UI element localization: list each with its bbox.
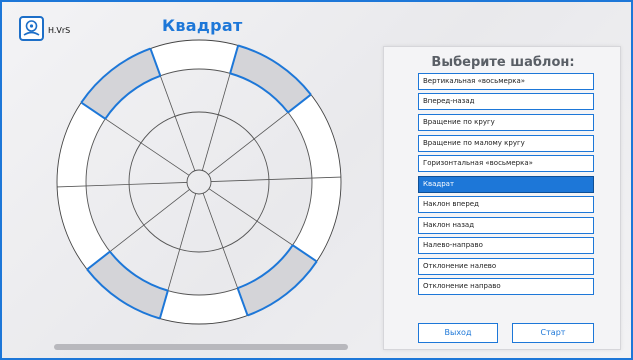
template-item[interactable]: Отклонение направо [418, 278, 594, 295]
template-item[interactable]: Вращение по малому кругу [418, 135, 594, 152]
template-item[interactable]: Отклонение налево [418, 258, 594, 275]
wheel-outer-segment [57, 102, 106, 187]
wheel-outer-segment [81, 48, 161, 119]
wheel-ring [85, 68, 313, 296]
wheel-outer-segment [292, 177, 341, 262]
wheel-ring [128, 111, 270, 253]
template-item[interactable]: Вращение по кругу [418, 114, 594, 131]
start-button[interactable]: Старт [512, 323, 594, 343]
template-item-selected[interactable]: Квадрат [418, 176, 594, 193]
target-wheel [56, 39, 342, 325]
wheel-outer-segment [237, 245, 317, 316]
template-item[interactable]: Горизонтальная «восьмерка» [418, 155, 594, 172]
exit-button[interactable]: Выход [418, 323, 498, 343]
wheel-outer-segment [150, 40, 239, 76]
template-item[interactable]: Налево-направо [418, 237, 594, 254]
template-panel: Выберите шаблон: Вертикальная «восьмерка… [383, 46, 621, 350]
template-item[interactable]: Вертикальная «восьмерка» [418, 73, 594, 90]
horizontal-scrollbar[interactable] [54, 344, 348, 350]
panel-title: Выберите шаблон: [431, 55, 575, 70]
logo-icon [19, 16, 44, 41]
wheel-outer-segment [230, 45, 311, 113]
wheel-outer-segment [87, 251, 168, 319]
template-item[interactable]: Вперед-назад [418, 93, 594, 110]
app-window: H.VrS Квадрат Выберите шаблон: Вертикаль… [0, 0, 633, 360]
wheel-outer-segment [159, 288, 248, 324]
wheel-ring [186, 169, 212, 195]
template-item[interactable]: Наклон вперед [418, 196, 594, 213]
template-item[interactable]: Наклон назад [418, 217, 594, 234]
